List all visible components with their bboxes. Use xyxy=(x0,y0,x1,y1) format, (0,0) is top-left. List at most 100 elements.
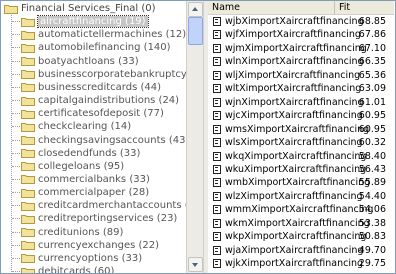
tree-item[interactable]: businesscorporatebankruptcy (13) xyxy=(21,68,186,81)
tree-item[interactable]: boatyachtloans (33) xyxy=(21,55,139,68)
document-icon xyxy=(213,259,221,269)
row-fit: 60.95 xyxy=(358,110,386,122)
tree-item[interactable]: commercialpaper (28) xyxy=(21,186,149,199)
column-header-fit[interactable]: Fit xyxy=(335,1,394,14)
scroll-thumb[interactable] xyxy=(188,17,203,45)
category-tree[interactable]: Financial Services_Final (0) aircraftfina… xyxy=(1,1,186,273)
folder-icon xyxy=(21,227,35,238)
tree-guide-branch xyxy=(12,244,20,246)
tree-scrollbar[interactable] xyxy=(186,1,203,273)
list-row[interactable]: wjbXimportXaircraftfinancing 68.85 xyxy=(208,15,394,28)
row-name: wjaXimportXaircraftfinancing xyxy=(225,244,364,256)
folder-icon xyxy=(4,4,18,14)
tree-guide-branch xyxy=(12,47,20,49)
row-name: wmsXimportXaircraftfinancing xyxy=(225,123,370,135)
tree-item[interactable]: closedendfunds (33) xyxy=(21,147,140,160)
document-icon xyxy=(213,30,221,40)
row-fit: 58.40 xyxy=(358,150,386,162)
document-icon xyxy=(213,191,221,201)
row-fit: 61.01 xyxy=(358,96,386,108)
tree-item-label: debitcards (60) xyxy=(38,266,115,273)
list-row[interactable]: wlzXimportXaircraftfinancing 54.40 xyxy=(208,190,394,203)
row-name: wkmXimportXaircraftfinancing xyxy=(225,217,370,229)
document-icon xyxy=(213,43,221,53)
tree-item-label: closedendfunds (33) xyxy=(38,147,141,159)
row-fit: 49.70 xyxy=(358,244,386,256)
folder-icon xyxy=(21,56,35,67)
tree-guide-branch xyxy=(12,231,20,233)
scroll-down-button[interactable] xyxy=(188,257,203,272)
tree-item-label: automatictellermachines (12) xyxy=(38,29,186,41)
row-name: wmmXimportXaircraftfinancing xyxy=(225,204,374,216)
row-fit: 65.36 xyxy=(358,69,386,81)
row-name: wltXimportXaircraftfinancing xyxy=(225,83,362,95)
document-icon xyxy=(213,232,221,242)
list-row[interactable]: wkmXimportXaircraftfinancing 53.38 xyxy=(208,217,394,230)
tree-item[interactable]: commercialbanks (33) xyxy=(21,173,150,186)
row-name: wkuXimportXaircraftfinancing xyxy=(225,163,367,175)
list-row[interactable]: wmsXimportXaircraftfinancing 60.95 xyxy=(208,123,394,136)
tree-guide-line xyxy=(11,13,12,273)
tree-item[interactable]: currencyexchanges (22) xyxy=(21,239,159,252)
list-row[interactable]: wjkXimportXaircraftfinancing 29.75 xyxy=(208,257,394,270)
tree-item[interactable]: capitalgaindistributions (24) xyxy=(21,94,179,107)
folder-icon xyxy=(21,188,35,198)
tree-guide-branch xyxy=(12,73,20,75)
list-row[interactable]: wjnXimportXaircraftfinancing 61.01 xyxy=(208,96,394,109)
list-row[interactable]: wkqXimportXaircraftfinancing 58.40 xyxy=(208,150,394,163)
tree-item[interactable]: currencyoptions (33) xyxy=(21,252,142,265)
list-row[interactable]: wmbXimportXaircraftfinancing 55.89 xyxy=(208,176,394,189)
list-row[interactable]: wkpXimportXaircraftfinancing 50.83 xyxy=(208,230,394,243)
row-fit: 67.10 xyxy=(358,42,386,54)
folder-icon xyxy=(21,135,35,145)
tree-item[interactable]: automobilefinancing (140) xyxy=(21,41,171,54)
list-row[interactable]: wmmXimportXaircraftfinancing 54.06 xyxy=(208,203,394,216)
tree-guide-branch xyxy=(12,60,20,62)
list-row[interactable]: wjcXimportXaircraftfinancing 60.95 xyxy=(208,109,394,122)
tree-item-label: collegeloans (95) xyxy=(38,160,125,172)
list-row[interactable]: wjfXimportXaircraftfinancing 67.86 xyxy=(208,28,394,41)
row-name: wlsXimportXaircraftfinancing xyxy=(225,137,363,149)
tree-item[interactable]: creditunions (89) xyxy=(21,226,123,239)
tree-item[interactable]: creditreportingservices (23) xyxy=(21,212,177,225)
row-name: wjfXimportXaircraftfinancing xyxy=(225,29,361,41)
tree-item[interactable]: debitcards (60) xyxy=(21,265,114,273)
list-row[interactable]: wltXimportXaircraftfinancing 63.09 xyxy=(208,82,394,95)
list-row[interactable]: wlsXimportXaircraftfinancing 60.32 xyxy=(208,136,394,149)
tree-item[interactable]: creditcardmerchantaccounts (73) xyxy=(21,199,186,212)
tree-item[interactable]: aircraftfinancing (19) xyxy=(21,15,149,29)
list-row[interactable]: wkuXimportXaircraftfinancing 56.43 xyxy=(208,163,394,176)
tree-root[interactable]: Financial Services_Final (0) xyxy=(4,2,156,15)
tree-item[interactable]: checkclearing (14) xyxy=(21,120,131,133)
document-icon xyxy=(213,245,221,255)
tree-item[interactable]: businesscreditcards (44) xyxy=(21,81,161,94)
tree-guide-branch xyxy=(12,21,20,23)
tree-item-label: businesscorporatebankruptcy (13) xyxy=(38,68,186,80)
column-header-name[interactable]: Name xyxy=(208,1,335,14)
folder-icon xyxy=(21,43,35,53)
document-icon xyxy=(213,111,221,121)
list-row[interactable]: wjmXimportXaircraftfinancing 67.10 xyxy=(208,42,394,55)
row-fit: 54.40 xyxy=(358,190,386,202)
tree-guide-branch xyxy=(12,205,20,207)
list-row[interactable]: wljXimportXaircraftfinancing 65.36 xyxy=(208,69,394,82)
document-icon xyxy=(213,57,221,67)
row-name: wjcXimportXaircraftfinancing xyxy=(225,110,363,122)
tree-item[interactable]: automatictellermachines (12) xyxy=(21,28,186,41)
folder-icon xyxy=(21,240,35,251)
tree-item-label: boatyachtloans (33) xyxy=(38,55,139,67)
document-icon xyxy=(213,218,221,228)
results-list: Name Fit wjbXimportXaircraftfinancing 68.… xyxy=(208,1,394,273)
document-icon xyxy=(213,17,221,26)
list-header: Name Fit xyxy=(208,1,394,15)
tree-item[interactable]: certificatesofdeposit (77) xyxy=(21,107,164,120)
tree-item[interactable]: checkingsavingsaccounts (43) xyxy=(21,134,186,147)
scroll-up-button[interactable] xyxy=(188,2,203,17)
list-row[interactable]: wjaXimportXaircraftfinancing 49.70 xyxy=(208,244,394,257)
tree-item[interactable]: collegeloans (95) xyxy=(21,160,124,173)
document-icon xyxy=(213,151,221,161)
row-name: wjbXimportXaircraftfinancing xyxy=(225,16,364,27)
tree-item-label: currencyoptions (33) xyxy=(38,252,143,264)
list-row[interactable]: wlnXimportXaircraftfinancing 66.35 xyxy=(208,55,394,68)
folder-icon xyxy=(21,30,35,40)
